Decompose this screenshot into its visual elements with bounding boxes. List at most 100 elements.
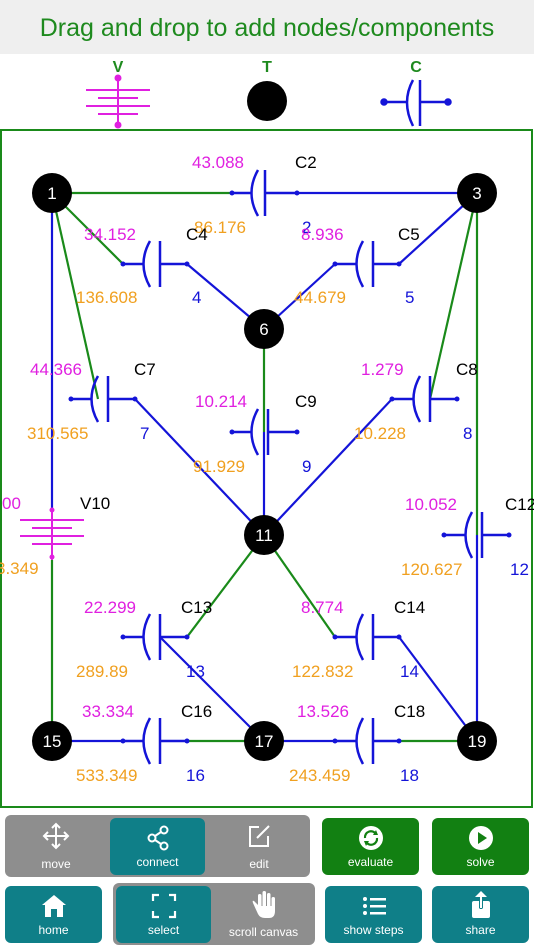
wires [50, 191, 479, 743]
component-value-top: 44.366 [30, 360, 82, 379]
component-c18[interactable]: C18 13.526 243.459 18 [289, 702, 425, 785]
component-c13[interactable]: C13 22.299 289.89 13 [76, 598, 212, 681]
capacitor-icon [380, 79, 452, 127]
show-steps-label: show steps [343, 923, 404, 937]
component-value-top: 43.088 [192, 153, 244, 172]
component-index: 12 [510, 560, 529, 579]
component-name: C14 [394, 598, 425, 617]
component-index: 13 [186, 662, 205, 681]
node-1[interactable]: 1 [32, 173, 72, 213]
node-label: 11 [255, 526, 273, 545]
component-c4[interactable]: C4 34.152 136.608 4 [76, 225, 208, 307]
component-value-bottom: 243.459 [289, 766, 350, 785]
component-value-top: 00 [2, 494, 21, 513]
component-name: C2 [295, 153, 317, 172]
node-19[interactable]: 19 [457, 721, 497, 761]
component-name: C8 [456, 360, 478, 379]
select-frame-icon [151, 893, 176, 919]
evaluate-label: evaluate [347, 855, 394, 869]
component-value-top: 10.214 [195, 392, 247, 411]
component-value-top: 13.526 [297, 702, 349, 721]
component-value-bottom: 289.89 [76, 662, 128, 681]
component-c2[interactable]: C243.08886.176 2 [192, 153, 317, 237]
move-arrows-icon [42, 822, 70, 850]
component-value-bottom: 3.349 [0, 559, 39, 578]
share-nodes-icon [147, 825, 168, 851]
component-name: C13 [181, 598, 212, 617]
node-label: 15 [43, 732, 62, 751]
share-button[interactable]: share [432, 886, 529, 943]
circuit-canvas[interactable]: C243.08886.176 2C434.152136.608 4C58.93644… [0, 129, 534, 809]
palette-voltage-source[interactable]: V [86, 59, 150, 129]
evaluate-button[interactable]: evaluate [322, 818, 419, 875]
connect-button[interactable]: connect [110, 818, 205, 875]
component-index: 16 [186, 766, 205, 785]
solve-button[interactable]: solve [432, 818, 529, 875]
component-name: C18 [394, 702, 425, 721]
component-c14[interactable]: C14 8.774 122.832 14 [292, 598, 425, 681]
component-name: C16 [181, 702, 212, 721]
component-c16[interactable]: C16 33.334 533.349 16 [76, 702, 212, 785]
palette-capacitor[interactable]: C [380, 59, 452, 127]
palette-label-capacitor: C [410, 59, 422, 76]
component-value-bottom: 122.832 [292, 662, 353, 681]
component-c8[interactable]: C8 1.279 10.228 8 [354, 360, 478, 443]
component-name: C7 [134, 360, 156, 379]
component-name: C12 [505, 495, 534, 514]
play-circle-icon [468, 826, 493, 850]
component-name: C9 [295, 392, 317, 411]
edit-button[interactable]: edit [208, 815, 310, 877]
component-index: 18 [400, 766, 419, 785]
component-value-bottom: 533.349 [76, 766, 137, 785]
component-name: V10 [80, 494, 110, 513]
home-button[interactable]: home [5, 886, 102, 943]
house-icon [41, 895, 66, 917]
canvas-border [0, 129, 533, 808]
component-name: C4 [186, 225, 208, 244]
connect-label: connect [136, 855, 179, 869]
node-11[interactable]: 11 [244, 515, 284, 555]
scroll-canvas-button[interactable]: scroll canvas [212, 883, 315, 945]
component-value-bottom: 120.627 [401, 560, 462, 579]
component-c12[interactable]: C12 10.052 120.627 12 [401, 495, 534, 579]
pencil-square-icon [249, 825, 270, 847]
component-value-bottom: 136.608 [76, 288, 137, 307]
component-name: C5 [398, 225, 420, 244]
select-button[interactable]: select [116, 886, 211, 943]
home-label: home [38, 923, 69, 937]
component-index: 8 [463, 424, 472, 443]
header-bar: Drag and drop to add nodes/components [0, 0, 534, 54]
component-value-bottom: 10.228 [354, 424, 406, 443]
node-3[interactable]: 3 [457, 173, 497, 213]
node-label: 1 [47, 184, 56, 203]
share-label: share [465, 923, 496, 937]
component-c9[interactable]: C9 10.214 91.929 9 [193, 392, 317, 476]
list-icon [362, 897, 386, 915]
component-value-top: 8.936 [301, 225, 344, 244]
show-steps-button[interactable]: show steps [325, 886, 422, 943]
bottom-toolbar: move connect edit evaluate solve home se… [0, 810, 534, 950]
terminal-node-icon [247, 81, 287, 121]
page-title: Drag and drop to add nodes/components [39, 14, 495, 42]
component-value-bottom: 310.565 [27, 424, 88, 443]
edit-label: edit [249, 857, 269, 871]
move-label: move [41, 857, 71, 871]
node-label: 6 [259, 320, 268, 339]
move-button[interactable]: move [5, 815, 107, 877]
component-index: 9 [302, 457, 311, 476]
node-17[interactable]: 17 [244, 721, 284, 761]
component-value-bottom: 91.929 [193, 457, 245, 476]
palette-terminal-node[interactable]: T [247, 59, 287, 121]
voltage-source-icon [86, 74, 150, 129]
components: C243.08886.176 2C434.152136.608 4C58.93644… [0, 153, 534, 785]
component-c5[interactable]: C5 8.936 44.679 5 [294, 225, 420, 307]
wire [159, 636, 265, 742]
select-label: select [147, 923, 180, 937]
node-15[interactable]: 15 [32, 721, 72, 761]
component-v10[interactable]: V10 00 3.349 [0, 494, 110, 578]
node-6[interactable]: 6 [244, 309, 284, 349]
wire [263, 398, 393, 536]
refresh-circle-icon [358, 826, 383, 850]
component-palette: V T C [86, 59, 452, 129]
node-label: 19 [468, 732, 487, 751]
